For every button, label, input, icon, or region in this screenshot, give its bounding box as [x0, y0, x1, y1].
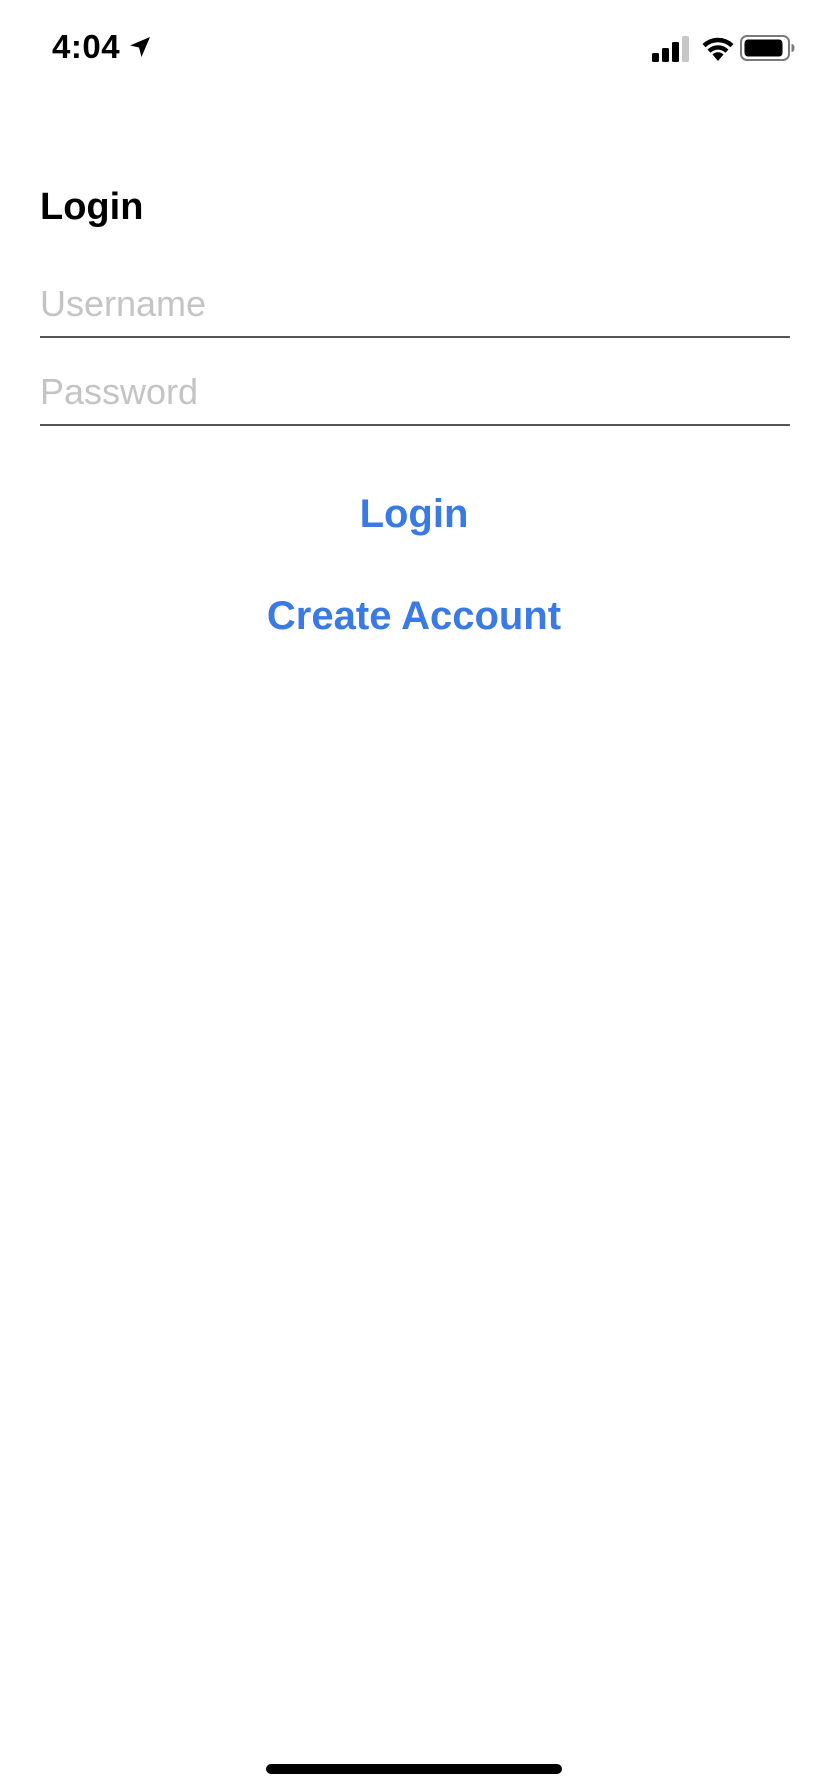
password-field-container — [40, 364, 790, 426]
cellular-signal-icon — [652, 36, 689, 62]
status-time: 4:04 — [52, 28, 152, 66]
battery-icon — [740, 35, 795, 61]
username-field-container — [40, 276, 790, 338]
create-account-button[interactable]: Create Account — [0, 590, 828, 642]
username-input[interactable] — [40, 276, 790, 332]
home-indicator[interactable] — [266, 1764, 562, 1774]
page-title: Login — [40, 186, 144, 228]
location-arrow-icon — [130, 37, 151, 57]
status-bar: 4:04 — [0, 0, 828, 100]
status-time-text: 4:04 — [52, 28, 121, 65]
password-input[interactable] — [40, 364, 790, 420]
wifi-icon — [702, 37, 734, 61]
login-button[interactable]: Login — [0, 488, 828, 540]
